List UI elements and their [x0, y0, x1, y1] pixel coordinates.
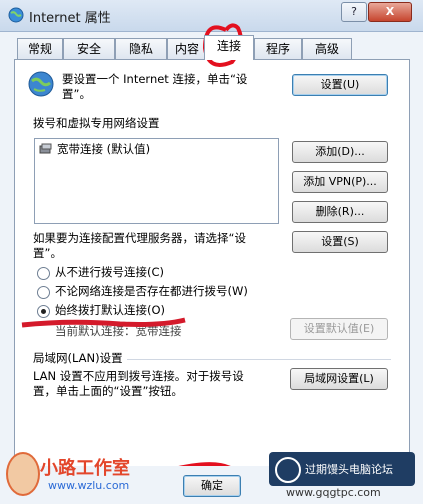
tab-connections[interactable]: 连接: [204, 35, 254, 60]
add-connection-button[interactable]: 添加(D)...: [292, 141, 388, 163]
remove-connection-button[interactable]: 删除(R)...: [292, 201, 388, 223]
tab-security[interactable]: 安全: [63, 38, 115, 60]
always-dial-default-label: 始终拨打默认连接(O): [55, 303, 166, 317]
internet-globe-icon: [8, 7, 24, 23]
right-watermark: 过期馒头电脑论坛: [269, 452, 415, 486]
connections-panel: 要设置一个 Internet 连接，单击“设 置”。 设置(U) 拨号和虚拟专用…: [14, 59, 410, 467]
current-default-label: 当前默认连接：宽带连接: [55, 324, 182, 338]
proxy-settings-button[interactable]: 设置(S): [292, 231, 388, 253]
never-dial-radio[interactable]: [37, 267, 50, 280]
add-vpn-button[interactable]: 添加 VPN(P)...: [292, 171, 388, 193]
setup-description-line2: 置”。: [62, 87, 91, 101]
setup-description-line1: 要设置一个 Internet 连接，单击“设: [62, 72, 248, 86]
broadband-connection-icon: [39, 143, 53, 155]
dialup-group-label: 拨号和虚拟专用网络设置: [33, 116, 160, 130]
tab-content[interactable]: 内容: [167, 38, 207, 60]
lan-description-line1: LAN 设置不应用到拨号连接。对于拨号设: [33, 369, 244, 383]
help-button[interactable]: ?: [341, 2, 367, 22]
lan-description-line2: 置，单击上面的“设置”按钮。: [33, 384, 183, 398]
forum-logo-icon: [275, 457, 301, 483]
setup-button[interactable]: 设置(U): [292, 74, 388, 96]
ok-button[interactable]: 确定: [183, 475, 241, 497]
brand-url: www.wzlu.com: [48, 479, 130, 492]
title-bar: Internet 属性 ? X: [0, 0, 423, 32]
forum-url: www.gqgtpc.com: [286, 486, 381, 499]
left-watermark: 小路工作室 www.wzlu.com: [6, 452, 156, 500]
proxy-description-line2: 置”。: [33, 246, 62, 260]
set-default-button[interactable]: 设置默认值(E): [290, 318, 388, 340]
network-globe-icon: [28, 71, 54, 97]
cartoon-avatar-icon: [6, 452, 40, 496]
dial-whenever-radio[interactable]: [37, 286, 50, 299]
window-title: Internet 属性: [29, 11, 111, 26]
lan-settings-button[interactable]: 局域网设置(L): [290, 368, 388, 390]
brand-name: 小路工作室: [40, 458, 130, 479]
lan-group-divider: [127, 359, 391, 360]
never-dial-label: 从不进行拨号连接(C): [55, 265, 165, 279]
dial-whenever-label: 不论网络连接是否存在都进行拨号(W): [55, 284, 248, 298]
connection-label: 宽带连接 (默认值): [57, 142, 151, 156]
tab-programs[interactable]: 程序: [254, 38, 302, 60]
proxy-description-line1: 如果要为连接配置代理服务器，请选择“设: [33, 231, 246, 245]
lan-group-label: 局域网(LAN)设置: [33, 351, 123, 365]
connections-list[interactable]: 宽带连接 (默认值): [34, 138, 279, 224]
always-dial-default-radio[interactable]: [37, 305, 50, 318]
forum-name: 过期馒头电脑论坛: [305, 463, 393, 476]
tab-general[interactable]: 常规: [17, 38, 63, 60]
close-button[interactable]: X: [368, 2, 412, 22]
tab-advanced[interactable]: 高级: [302, 38, 352, 60]
tab-privacy[interactable]: 隐私: [115, 38, 167, 60]
